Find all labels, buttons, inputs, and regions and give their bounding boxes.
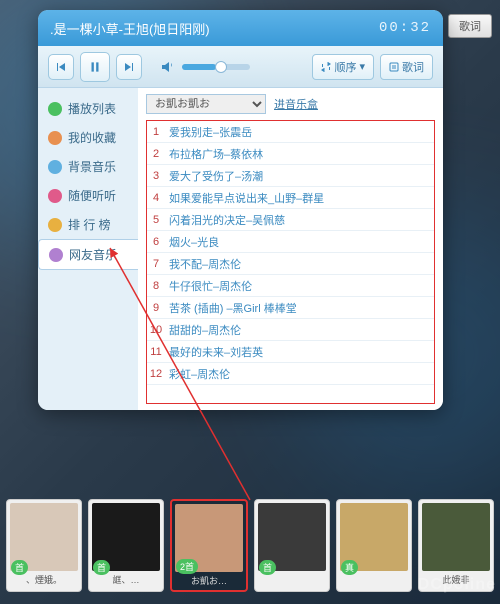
play-order-button[interactable]: 顺序 ▾ [312,54,374,80]
song-row[interactable]: 3爱大了受伤了–汤潮 [147,165,434,187]
song-row[interactable]: 12彩虹–周杰伦 [147,363,434,385]
sidebar-item-favorites[interactable]: 我的收藏 [38,123,138,152]
sidebar-item-netfriend[interactable]: 网友音乐 [38,239,139,270]
song-row[interactable]: 4如果爱能早点说出来_山野–群星 [147,187,434,209]
dock-item[interactable]: 首誆、… [88,499,164,592]
song-row[interactable]: 1爱我别走–张震岳 [147,121,434,143]
people-icon [49,248,63,262]
song-title[interactable]: 甜甜的–周杰伦 [165,322,434,338]
song-title[interactable]: 牛仔很忙–周杰伦 [165,278,434,294]
song-count-badge: 2首 [176,559,198,574]
note-icon [48,160,62,174]
music-player-window: .是一棵小草-王旭(旭日阳刚) 00:32 顺序 ▾ 歌词 播放列表 我的收藏 … [38,10,443,410]
next-button[interactable] [116,54,142,80]
lyric-label: 歌词 [402,59,424,75]
sidebar-item-random[interactable]: 随便听听 [38,181,138,210]
song-count-badge: 首 [93,560,110,575]
sidebar-label: 网友音乐 [69,246,117,263]
sidebar-label: 背景音乐 [68,158,116,175]
song-number: 6 [147,236,165,248]
song-row[interactable]: 8牛仔很忙–周杰伦 [147,275,434,297]
sidebar-item-bgmusic[interactable]: 背景音乐 [38,152,138,181]
song-list: 1爱我别走–张震岳2布拉格广场–蔡依林3爱大了受伤了–汤潮4如果爱能早点说出来_… [146,120,435,404]
dock-item[interactable]: 2首お凱お… [170,499,248,592]
now-playing-title: .是一棵小草-王旭(旭日阳刚) [50,19,379,38]
sidebar: 播放列表 我的收藏 背景音乐 随便听听 排 行 榜 网友音乐 [38,88,138,410]
elapsed-time: 00:32 [379,20,431,36]
song-number: 10 [147,324,165,336]
player-toolbar: 顺序 ▾ 歌词 [38,46,443,88]
song-row[interactable]: 7我不配–周杰伦 [147,253,434,275]
song-number: 9 [147,302,165,314]
song-row[interactable]: 9苦茶 (插曲) –黑Girl 棒棒堂 [147,297,434,319]
play-icon [48,102,62,116]
lyric-icon [389,62,399,72]
song-number: 11 [147,346,165,358]
sidebar-item-rank[interactable]: 排 行 榜 [38,210,138,239]
song-row[interactable]: 11最好的未来–刘若英 [147,341,434,363]
song-row[interactable]: 2布拉格广场–蔡依林 [147,143,434,165]
dock-item[interactable]: 首 [254,499,330,592]
song-title[interactable]: 苦茶 (插曲) –黑Girl 棒棒堂 [165,300,434,316]
sidebar-label: 排 行 榜 [68,216,111,233]
sidebar-item-playlist[interactable]: 播放列表 [38,94,138,123]
sidebar-label: 我的收藏 [68,129,116,146]
song-title[interactable]: 如果爱能早点说出来_山野–群星 [165,190,434,206]
song-number: 4 [147,192,165,204]
heart-icon [48,131,62,145]
volume-slider[interactable] [182,64,250,70]
enter-musicbox-link[interactable]: 进音乐盒 [274,96,318,112]
song-number: 8 [147,280,165,292]
top-lyric-button[interactable]: 歌词 [448,14,492,38]
watermark: DCpoline [418,576,496,594]
shuffle-icon [48,189,62,203]
song-number: 12 [147,368,165,380]
sidebar-label: 播放列表 [68,100,116,117]
rank-icon [48,218,62,232]
sidebar-label: 随便听听 [68,187,116,204]
song-count-badge: 首 [259,560,276,575]
song-number: 7 [147,258,165,270]
song-title[interactable]: 最好的未来–刘若英 [165,344,434,360]
song-title[interactable]: 爱我别走–张震岳 [165,124,434,140]
song-count-badge: 首 [11,560,28,575]
order-icon [321,62,331,72]
song-row[interactable]: 6烟火–光良 [147,231,434,253]
prev-button[interactable] [48,54,74,80]
song-title[interactable]: 布拉格广场–蔡依林 [165,146,434,162]
song-count-badge: 真 [341,560,358,575]
song-row[interactable]: 10甜甜的–周杰伦 [147,319,434,341]
dock-username: お凱お… [175,574,243,587]
main-panel: お凱お凱お 进音乐盒 1爱我别走–张震岳2布拉格广场–蔡依林3爱大了受伤了–汤潮… [138,88,443,410]
dock-item[interactable]: 首、煙娥。 [6,499,82,592]
song-number: 2 [147,148,165,160]
song-title[interactable]: 闪着泪光的决定–吴佩慈 [165,212,434,228]
dock-item[interactable]: 真 [336,499,412,592]
volume-icon [160,59,176,75]
song-number: 1 [147,126,165,138]
song-number: 3 [147,170,165,182]
avatar [422,503,490,571]
pause-button[interactable] [80,52,110,82]
lyric-button[interactable]: 歌词 [380,54,433,80]
song-number: 5 [147,214,165,226]
song-title[interactable]: 彩虹–周杰伦 [165,366,434,382]
chevron-down-icon: ▾ [359,60,365,73]
song-title[interactable]: 烟火–光良 [165,234,434,250]
song-row[interactable]: 5闪着泪光的决定–吴佩慈 [147,209,434,231]
song-title[interactable]: 爱大了受伤了–汤潮 [165,168,434,184]
titlebar: .是一棵小草-王旭(旭日阳刚) 00:32 [38,10,443,46]
user-select[interactable]: お凱お凱お [146,94,266,114]
order-label: 顺序 [334,59,356,75]
song-title[interactable]: 我不配–周杰伦 [165,256,434,272]
